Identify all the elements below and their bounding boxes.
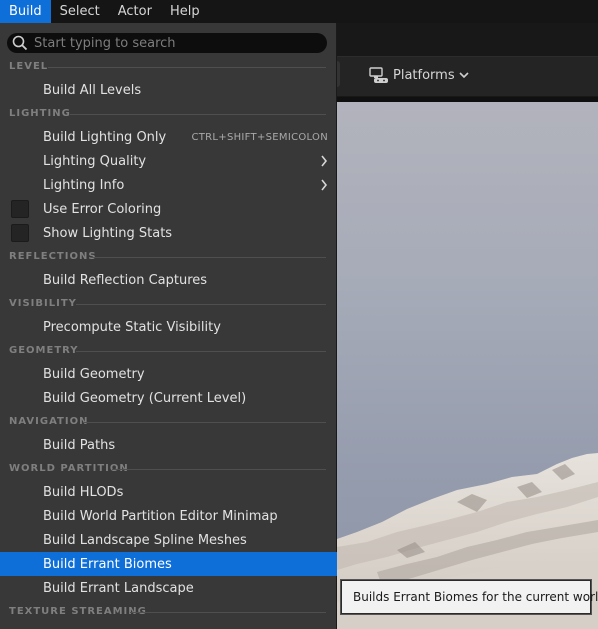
- platforms-button[interactable]: Platforms: [369, 66, 473, 84]
- section-title: NAVIGATION: [9, 416, 89, 427]
- section-divider: [84, 422, 326, 423]
- use-error-coloring-checkbox[interactable]: [11, 200, 29, 218]
- toolbar-button-edge[interactable]: [337, 61, 340, 87]
- search-icon: [12, 35, 28, 51]
- search-input[interactable]: [34, 35, 314, 51]
- menu-select[interactable]: Select: [51, 0, 109, 23]
- shortcut-label: CTRL+SHIFT+SEMICOLON: [191, 132, 328, 143]
- build-menu-dropdown: LEVEL Build All Levels LIGHTING Build Li…: [0, 23, 337, 629]
- menu-item-label: Lighting Quality: [43, 154, 147, 169]
- menu-item-label: Build Geometry (Current Level): [43, 391, 247, 406]
- menu-item-label: Build World Partition Editor Minimap: [43, 509, 278, 524]
- menu-item-use-error-coloring[interactable]: Use Error Coloring: [0, 197, 337, 221]
- section-divider: [70, 114, 326, 115]
- section-geometry: GEOMETRY: [0, 342, 337, 360]
- section-divider: [112, 469, 326, 470]
- menu-item-precompute-static-visibility[interactable]: Precompute Static Visibility: [0, 315, 337, 339]
- menu-actor[interactable]: Actor: [109, 0, 161, 23]
- menu-item-label: Use Error Coloring: [43, 202, 162, 217]
- chevron-down-icon: [459, 72, 469, 79]
- tooltip-text: Builds Errant Biomes for the current wor…: [353, 590, 598, 604]
- menu-item-label: Lighting Info: [43, 178, 125, 193]
- menu-item-label: Build Landscape Spline Meshes: [43, 533, 247, 548]
- mountain-terrain-image: [337, 453, 598, 629]
- section-title: GEOMETRY: [9, 345, 79, 356]
- menu-item-label: Build All Levels: [43, 83, 142, 98]
- section-divider: [92, 257, 326, 258]
- menu-item-build-paths[interactable]: Build Paths: [0, 433, 337, 457]
- main-menubar: Build Select Actor Help: [0, 0, 598, 23]
- menu-item-build-errant-biomes[interactable]: Build Errant Biomes: [0, 552, 337, 576]
- section-reflections: REFLECTIONS: [0, 248, 337, 266]
- menu-item-build-hlods[interactable]: Build HLODs: [0, 480, 337, 504]
- section-title: WORLD PARTITION: [9, 463, 129, 474]
- menu-item-build-landscape-spline-meshes[interactable]: Build Landscape Spline Meshes: [0, 528, 337, 552]
- menu-item-label: Build Errant Biomes: [43, 557, 172, 572]
- menu-item-lighting-info[interactable]: Lighting Info: [0, 173, 337, 197]
- section-lighting: LIGHTING: [0, 105, 337, 123]
- level-viewport[interactable]: [337, 102, 598, 629]
- menu-item-build-wp-minimap[interactable]: Build World Partition Editor Minimap: [0, 504, 337, 528]
- menu-item-build-geometry-current-level[interactable]: Build Geometry (Current Level): [0, 386, 337, 410]
- menu-item-label: Build HLODs: [43, 485, 124, 500]
- menu-item-build-reflection-captures[interactable]: Build Reflection Captures: [0, 268, 337, 292]
- section-title: LIGHTING: [9, 108, 71, 119]
- section-texture-streaming: TEXTURE STREAMING: [0, 603, 337, 621]
- chevron-right-icon: [321, 179, 328, 191]
- menu-item-lighting-quality[interactable]: Lighting Quality: [0, 149, 337, 173]
- menu-help[interactable]: Help: [161, 0, 209, 23]
- section-level: LEVEL: [0, 58, 337, 76]
- menu-item-build-all-levels[interactable]: Build All Levels: [0, 78, 337, 102]
- tooltip: Builds Errant Biomes for the current wor…: [341, 580, 598, 614]
- menu-item-label: Build Reflection Captures: [43, 273, 208, 288]
- menu-item-label: Precompute Static Visibility: [43, 320, 221, 335]
- menu-search-box[interactable]: [7, 33, 327, 53]
- section-divider: [76, 351, 326, 352]
- menu-build[interactable]: Build: [0, 0, 51, 23]
- section-divider: [130, 612, 326, 613]
- section-title: TEXTURE STREAMING: [9, 606, 147, 617]
- platforms-label: Platforms: [393, 67, 455, 83]
- section-world-partition: WORLD PARTITION: [0, 460, 337, 478]
- section-title: VISIBILITY: [9, 298, 77, 309]
- section-title: LEVEL: [9, 61, 49, 72]
- menu-item-label: Show Lighting Stats: [43, 226, 173, 241]
- menu-item-label: Build Lighting Only: [43, 130, 167, 145]
- menu-item-build-errant-landscape[interactable]: Build Errant Landscape: [0, 576, 337, 600]
- section-visibility: VISIBILITY: [0, 295, 337, 313]
- section-navigation: NAVIGATION: [0, 413, 337, 431]
- section-divider: [48, 67, 326, 68]
- menu-item-show-lighting-stats[interactable]: Show Lighting Stats: [0, 221, 337, 245]
- menu-item-label: Build Geometry: [43, 367, 145, 382]
- section-divider: [76, 304, 326, 305]
- main-toolbar: Platforms: [337, 56, 598, 96]
- platforms-icon: [369, 67, 388, 83]
- menu-item-label: Build Paths: [43, 438, 116, 453]
- menu-item-build-geometry[interactable]: Build Geometry: [0, 362, 337, 386]
- menu-item-build-lighting-only[interactable]: Build Lighting Only CTRL+SHIFT+SEMICOLON: [0, 125, 337, 149]
- menu-item-label: Build Errant Landscape: [43, 581, 194, 596]
- show-lighting-stats-checkbox[interactable]: [11, 224, 29, 242]
- section-title: REFLECTIONS: [9, 251, 97, 262]
- chevron-right-icon: [321, 155, 328, 167]
